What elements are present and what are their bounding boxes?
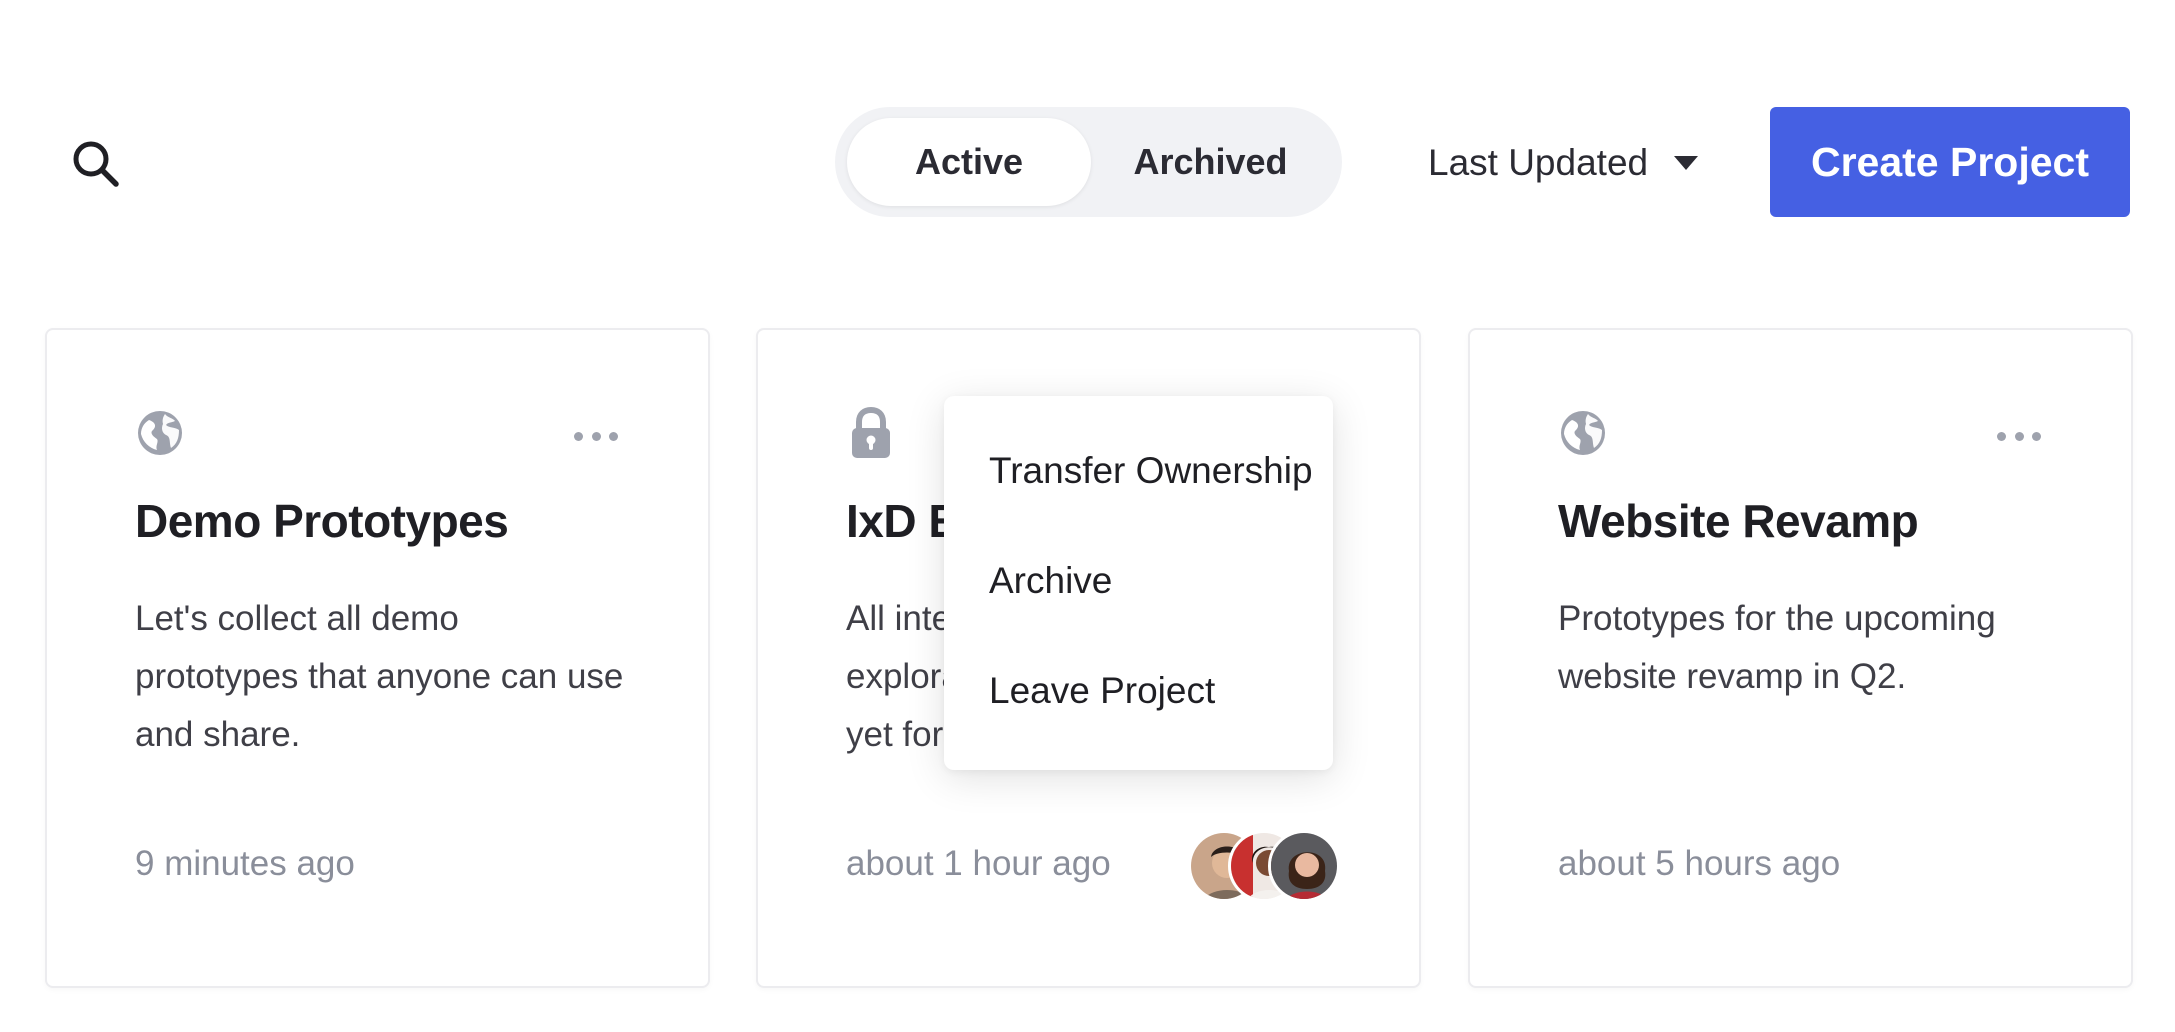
project-updated: about 1 hour ago: [846, 844, 1111, 883]
globe-icon: [135, 406, 185, 460]
status-filter: Active Archived: [835, 107, 1342, 217]
more-options-icon[interactable]: [574, 428, 618, 444]
project-context-menu: Transfer Ownership Archive Leave Project: [944, 396, 1333, 770]
tab-active[interactable]: Active: [847, 118, 1091, 206]
sort-dropdown[interactable]: Last Updated: [1428, 130, 1699, 196]
menu-item-archive[interactable]: Archive: [944, 558, 1333, 668]
menu-item-transfer-ownership[interactable]: Transfer Ownership: [944, 448, 1333, 558]
create-project-button[interactable]: Create Project: [1770, 107, 2130, 217]
project-title: Demo Prototypes: [135, 495, 509, 547]
project-title: Website Revamp: [1558, 495, 1919, 547]
lock-icon: [846, 406, 896, 460]
tab-archived[interactable]: Archived: [1091, 118, 1330, 206]
project-description: Let's collect all demo prototypes that a…: [135, 599, 624, 754]
project-updated: 9 minutes ago: [135, 844, 355, 883]
search-icon[interactable]: [60, 128, 132, 200]
avatar[interactable]: [1268, 830, 1340, 902]
toolbar: Active Archived Last Updated Create Proj…: [0, 0, 2175, 250]
project-description: Prototypes for the upcoming website reva…: [1558, 599, 1996, 696]
more-options-icon[interactable]: [1997, 428, 2041, 444]
member-avatars[interactable]: [1178, 830, 1340, 902]
menu-item-leave-project[interactable]: Leave Project: [944, 668, 1333, 778]
sort-label: Last Updated: [1428, 142, 1649, 183]
caret-down-icon: [1674, 156, 1699, 170]
project-card[interactable]: Website Revamp Prototypes for the upcomi…: [1468, 328, 2133, 988]
globe-icon: [1558, 406, 1608, 460]
project-card[interactable]: Demo Prototypes Let's collect all demo p…: [45, 328, 710, 988]
project-updated: about 5 hours ago: [1558, 844, 1841, 883]
